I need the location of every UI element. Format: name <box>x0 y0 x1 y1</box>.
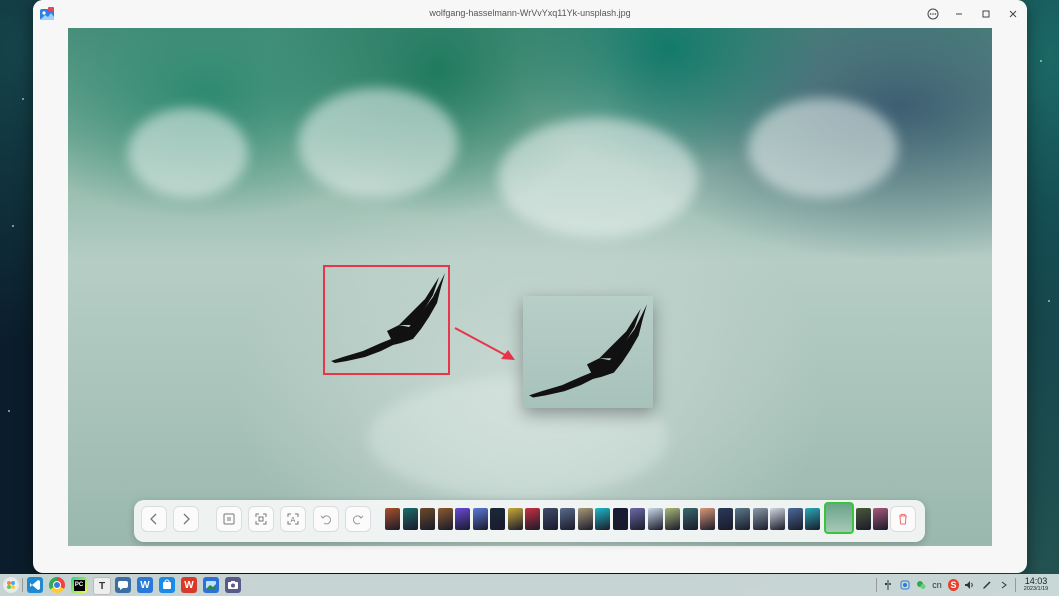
thumbnail[interactable] <box>612 508 628 530</box>
maximize-icon[interactable] <box>975 4 997 24</box>
wps-office-icon[interactable]: W <box>181 577 197 593</box>
svg-text:A: A <box>291 516 296 524</box>
thumbnail[interactable] <box>402 508 418 530</box>
previous-icon[interactable] <box>141 506 167 532</box>
arrow-indicator <box>454 327 515 360</box>
original-size-icon[interactable] <box>216 506 242 532</box>
volume-icon[interactable] <box>964 579 974 591</box>
thumbnail[interactable] <box>542 508 558 530</box>
thumbnail[interactable] <box>595 508 610 530</box>
zoom-preview <box>523 296 653 408</box>
ime-icon[interactable]: cn <box>931 579 943 591</box>
thumbnail[interactable] <box>735 508 750 530</box>
thumbnail[interactable] <box>560 508 575 530</box>
wallpaper-star <box>1040 60 1042 62</box>
wallpaper-star <box>12 225 14 227</box>
image-viewer-window: wolfgang-hasselmann-WrVvYxq11Yk-unsplash… <box>33 0 1027 573</box>
thumbnail[interactable] <box>472 508 488 530</box>
thumbnail[interactable] <box>752 508 768 530</box>
minimize-icon[interactable] <box>948 4 970 24</box>
screenshot-icon[interactable] <box>225 577 241 593</box>
next-icon[interactable] <box>173 506 199 532</box>
clock-date: 2023/1/19 <box>1023 586 1049 592</box>
thumbnail-current[interactable] <box>823 502 854 534</box>
wallpaper-star <box>1048 300 1050 302</box>
thumbnail[interactable] <box>385 508 400 530</box>
rotate-right-icon[interactable] <box>345 506 371 532</box>
thumbnail[interactable] <box>630 508 645 530</box>
bird-silhouette-zoomed <box>529 304 647 398</box>
launcher-icon[interactable] <box>3 577 19 593</box>
wps-icon[interactable]: W <box>137 577 153 593</box>
mist <box>748 98 898 198</box>
clock[interactable]: 14:03 2023/1/19 <box>1020 576 1052 593</box>
mist <box>498 118 698 238</box>
usb-icon[interactable] <box>884 579 892 591</box>
mist <box>128 108 248 198</box>
clipboard-icon[interactable] <box>900 579 910 591</box>
pen-icon[interactable] <box>982 579 992 591</box>
fit-window-icon[interactable] <box>248 506 274 532</box>
selection-box <box>323 265 450 375</box>
chrome-icon[interactable] <box>49 577 65 593</box>
typora-icon[interactable]: T <box>93 577 111 595</box>
rotate-left-icon[interactable] <box>313 506 339 532</box>
image-canvas[interactable] <box>68 28 992 546</box>
bottom-toolbar: A <box>134 500 925 542</box>
thumbnail[interactable] <box>665 508 680 530</box>
thumbnail[interactable] <box>700 508 715 530</box>
wechat-icon[interactable] <box>916 579 926 591</box>
taskbar-separator <box>22 578 23 592</box>
more-options-icon[interactable] <box>922 4 944 24</box>
window-title: wolfgang-hasselmann-WrVvYxq11Yk-unsplash… <box>429 8 631 18</box>
wallpaper-star <box>22 98 24 100</box>
thumbnail[interactable] <box>507 508 523 530</box>
mist <box>298 88 458 198</box>
thumbnail[interactable] <box>855 508 871 530</box>
delete-icon[interactable] <box>890 506 916 532</box>
extract-text-icon[interactable]: A <box>280 506 306 532</box>
thumbnail[interactable] <box>770 508 785 530</box>
thumbnail[interactable] <box>490 508 505 530</box>
thumbnail[interactable] <box>647 508 663 530</box>
thumbnail[interactable] <box>717 508 733 530</box>
sogou-icon[interactable]: S <box>948 579 959 591</box>
pycharm-icon[interactable]: PC <box>71 577 87 593</box>
thumbnail[interactable] <box>577 508 593 530</box>
vscode-icon[interactable] <box>27 577 43 593</box>
bird-silhouette <box>331 273 445 363</box>
chat-icon[interactable] <box>115 577 131 593</box>
expand-icon[interactable] <box>1000 579 1008 591</box>
thumbnail[interactable] <box>525 508 540 530</box>
thumbnail[interactable] <box>455 508 470 530</box>
wallpaper-star <box>8 410 10 412</box>
app-store-icon[interactable] <box>159 577 175 593</box>
thumbnail[interactable] <box>787 508 803 530</box>
thumbnail[interactable] <box>682 508 698 530</box>
thumbnail[interactable] <box>805 508 820 530</box>
tray-separator <box>876 578 877 592</box>
thumbnail[interactable] <box>420 508 435 530</box>
thumbnail[interactable] <box>437 508 453 530</box>
taskbar: PC T W W cn S 14:03 2023/1/19 <box>0 574 1059 596</box>
title-bar[interactable]: wolfgang-hasselmann-WrVvYxq11Yk-unsplash… <box>33 0 1027 28</box>
close-icon[interactable] <box>1002 4 1024 24</box>
clock-separator <box>1015 578 1016 592</box>
clock-time: 14:03 <box>1024 576 1048 586</box>
thumbnail[interactable] <box>873 508 888 530</box>
image-viewer-icon[interactable] <box>203 577 219 593</box>
